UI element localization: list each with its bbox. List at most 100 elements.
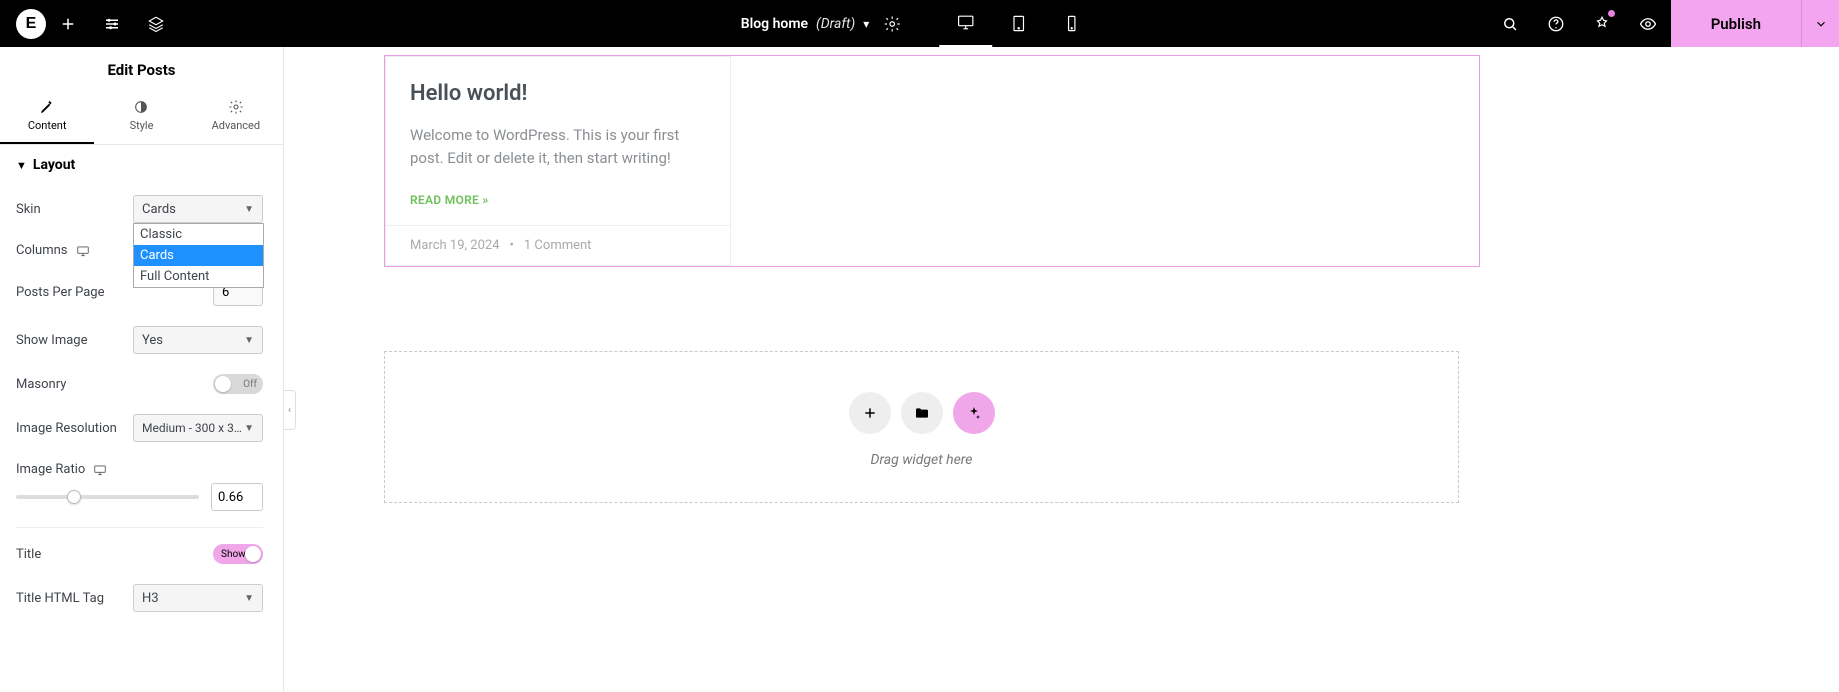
document-header: Blog home (Draft) ▾: [741, 0, 1099, 47]
skin-option-cards[interactable]: Cards: [134, 245, 263, 266]
tablet-device-button[interactable]: [992, 0, 1045, 47]
title-label: Title: [16, 547, 41, 562]
responsive-devices: [939, 0, 1098, 47]
publish-options-button[interactable]: [1801, 0, 1839, 47]
panel-scroll[interactable]: ▼ Layout Skin Cards ▼ Classic Cards Full…: [0, 145, 283, 692]
page-settings-icon[interactable]: [877, 0, 907, 47]
image-resolution-label: Image Resolution: [16, 421, 117, 436]
image-resolution-value: Medium - 300 x 300: [142, 421, 244, 435]
posts-per-page-label: Posts Per Page: [16, 285, 104, 300]
desktop-device-button[interactable]: [939, 0, 992, 47]
editor-panel: Edit Posts Content Style Advanced ▼ Layo…: [0, 47, 284, 692]
gear-icon: [228, 99, 244, 115]
toggle-knob: [245, 546, 261, 562]
post-footer: March 19, 2024 • 1 Comment: [386, 225, 730, 265]
toggle-knob: [215, 376, 231, 392]
masonry-label: Masonry: [16, 377, 66, 392]
desktop-icon[interactable]: [76, 244, 90, 258]
folder-icon: [914, 405, 930, 421]
tab-style[interactable]: Style: [94, 91, 188, 144]
editor-canvas[interactable]: Hello world! Welcome to WordPress. This …: [284, 47, 1839, 692]
image-resolution-select[interactable]: Medium - 300 x 300 ▼: [133, 414, 263, 442]
masonry-state: Off: [243, 379, 257, 390]
image-ratio-value[interactable]: 0.66: [211, 483, 263, 511]
desktop-icon[interactable]: [93, 463, 107, 477]
tab-advanced-label: Advanced: [212, 119, 260, 132]
drop-zone-text: Drag widget here: [871, 452, 973, 468]
drop-zone-buttons: [849, 392, 995, 434]
skin-label: Skin: [16, 202, 41, 217]
search-icon[interactable]: [1487, 0, 1533, 47]
control-show-image: Show Image Yes ▼: [0, 316, 279, 364]
notification-badge: [1608, 10, 1615, 17]
notifications-icon[interactable]: [1579, 0, 1625, 47]
skin-option-full-content[interactable]: Full Content: [134, 266, 263, 287]
settings-sliders-icon[interactable]: [90, 0, 134, 47]
image-ratio-slider[interactable]: [16, 495, 199, 499]
skin-select[interactable]: Cards ▼ Classic Cards Full Content: [133, 195, 263, 223]
show-image-value: Yes: [142, 333, 163, 348]
control-skin: Skin Cards ▼ Classic Cards Full Content: [0, 185, 279, 233]
chevron-down-icon: ▼: [244, 204, 254, 215]
slider-thumb[interactable]: [67, 490, 81, 504]
post-excerpt: Welcome to WordPress. This is your first…: [410, 124, 706, 169]
control-title: Title Show: [0, 534, 279, 574]
ai-button[interactable]: [953, 392, 995, 434]
post-body: Hello world! Welcome to WordPress. This …: [386, 57, 730, 225]
add-button[interactable]: [46, 0, 90, 47]
control-image-ratio: Image Ratio: [0, 452, 279, 479]
chevron-down-icon[interactable]: ▾: [863, 17, 869, 31]
document-status: (Draft): [816, 16, 855, 32]
columns-label: Columns: [16, 243, 90, 258]
posts-widget-frame[interactable]: Hello world! Welcome to WordPress. This …: [384, 55, 1480, 267]
tab-style-label: Style: [130, 119, 154, 132]
drop-zone[interactable]: Drag widget here: [384, 351, 1459, 503]
show-image-select[interactable]: Yes ▼: [133, 326, 263, 354]
help-icon[interactable]: [1533, 0, 1579, 47]
control-masonry: Masonry Off: [0, 364, 279, 404]
preview-icon[interactable]: [1625, 0, 1671, 47]
title-html-tag-label: Title HTML Tag: [16, 591, 104, 606]
tab-content-label: Content: [28, 119, 67, 132]
image-ratio-slider-row: 0.66: [0, 479, 279, 521]
show-image-label: Show Image: [16, 333, 88, 348]
post-card[interactable]: Hello world! Welcome to WordPress. This …: [385, 56, 731, 266]
skin-select-value: Cards: [142, 202, 176, 217]
skin-dropdown: Classic Cards Full Content: [133, 223, 264, 288]
chevron-down-icon: ▼: [244, 335, 254, 346]
contrast-icon: [133, 99, 149, 115]
control-image-resolution: Image Resolution Medium - 300 x 300 ▼: [0, 404, 279, 452]
tab-content[interactable]: Content: [0, 91, 94, 144]
topbar-right: Publish: [1487, 0, 1839, 47]
skin-option-classic[interactable]: Classic: [134, 224, 263, 245]
title-state: Show: [221, 549, 246, 560]
post-read-more-link[interactable]: READ MORE »: [410, 193, 706, 207]
top-bar: E Blog home (Draft) ▾ Publish: [0, 0, 1839, 47]
add-widget-button[interactable]: [849, 392, 891, 434]
layers-icon[interactable]: [134, 0, 178, 47]
masonry-toggle[interactable]: Off: [213, 374, 263, 394]
post-title: Hello world!: [410, 81, 706, 106]
panel-title: Edit Posts: [0, 47, 283, 91]
section-layout-header[interactable]: ▼ Layout: [0, 145, 279, 185]
separator: [16, 527, 263, 528]
chevron-down-icon: ▼: [244, 593, 254, 604]
post-date: March 19, 2024: [410, 238, 500, 253]
template-library-button[interactable]: [901, 392, 943, 434]
section-layout-label: Layout: [33, 157, 75, 173]
title-toggle[interactable]: Show: [213, 544, 263, 564]
caret-down-icon: ▼: [16, 159, 27, 172]
mobile-device-button[interactable]: [1045, 0, 1098, 47]
post-comments: 1 Comment: [524, 238, 592, 253]
panel-collapse-handle[interactable]: ‹: [284, 390, 296, 430]
image-ratio-label: Image Ratio: [16, 462, 107, 477]
title-html-tag-select[interactable]: H3 ▼: [133, 584, 263, 612]
control-title-html-tag: Title HTML Tag H3 ▼: [0, 574, 279, 622]
elementor-logo-icon[interactable]: E: [16, 9, 46, 39]
document-title: Blog home: [741, 16, 808, 32]
post-sep: •: [510, 238, 514, 253]
chevron-down-icon: ▼: [244, 423, 254, 434]
panel-tabs: Content Style Advanced: [0, 91, 283, 145]
publish-button[interactable]: Publish: [1671, 0, 1801, 47]
tab-advanced[interactable]: Advanced: [189, 91, 283, 144]
